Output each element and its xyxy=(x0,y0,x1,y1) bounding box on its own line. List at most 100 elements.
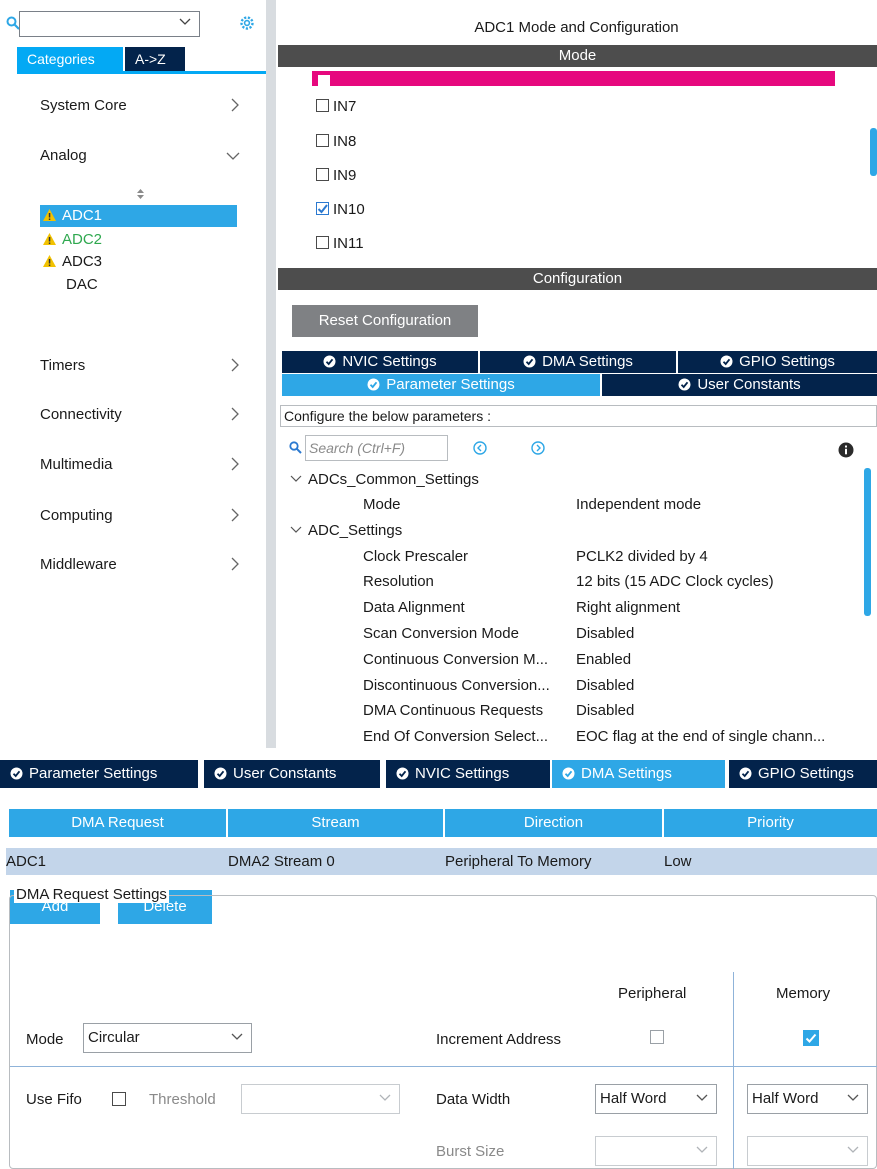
data-width-memory-value: Half Word xyxy=(752,1090,819,1107)
info-icon[interactable] xyxy=(838,442,854,458)
analog-item-adc2[interactable]: ADC2 xyxy=(40,229,237,251)
tree-group-adcs-common-settings[interactable]: ADCs_Common_Settings xyxy=(290,469,479,491)
increment-peripheral-checkbox[interactable] xyxy=(650,1030,664,1044)
param-row-clock-prescaler[interactable]: Clock Prescaler PCLK2 divided by 4 xyxy=(290,546,865,568)
tab-label: DMA Settings xyxy=(542,353,633,370)
search-icon[interactable] xyxy=(289,441,302,454)
threshold-select[interactable] xyxy=(241,1084,400,1114)
category-multimedia[interactable]: Multimedia xyxy=(40,453,240,477)
tab-dma-settings[interactable]: DMA Settings xyxy=(552,760,725,788)
tab-nvic-settings[interactable]: NVIC Settings xyxy=(386,760,550,788)
tab-categories[interactable]: Categories xyxy=(17,47,123,71)
column-header-dma-request[interactable]: DMA Request xyxy=(9,809,226,837)
tabs-underline xyxy=(17,71,266,74)
mode-select[interactable]: Circular xyxy=(83,1023,252,1053)
param-row-data-alignment[interactable]: Data Alignment Right alignment xyxy=(290,597,865,619)
param-value[interactable]: Right alignment xyxy=(576,597,680,619)
group-label: ADCs_Common_Settings xyxy=(308,471,479,488)
param-row-mode[interactable]: Mode Independent mode xyxy=(290,494,865,516)
data-width-memory-select[interactable]: Half Word xyxy=(747,1084,868,1114)
category-middleware[interactable]: Middleware xyxy=(40,553,240,577)
tree-group-adc-settings[interactable]: ADC_Settings xyxy=(290,520,402,542)
category-computing[interactable]: Computing xyxy=(40,504,240,528)
param-value[interactable]: PCLK2 divided by 4 xyxy=(576,546,708,568)
param-value[interactable]: Disabled xyxy=(576,623,634,645)
category-search-combo[interactable] xyxy=(19,11,200,37)
data-width-peripheral-select[interactable]: Half Word xyxy=(595,1084,717,1114)
tab-separator xyxy=(725,760,727,788)
parameter-search-input[interactable]: Search (Ctrl+F) xyxy=(305,435,448,461)
param-value[interactable]: 12 bits (15 ADC Clock cycles) xyxy=(576,571,774,593)
tab-parameter-settings[interactable]: Parameter Settings xyxy=(0,760,198,788)
table-cell-stream[interactable]: DMA2 Stream 0 xyxy=(228,848,445,875)
analog-item-label: ADC3 xyxy=(62,253,103,270)
next-result-icon[interactable] xyxy=(531,441,545,455)
table-cell-direction[interactable]: Peripheral To Memory xyxy=(445,848,664,875)
param-row-discontinuous-conversion[interactable]: Discontinuous Conversion... Disabled xyxy=(290,675,865,697)
chevron-right-icon xyxy=(230,508,240,522)
burst-size-memory-select[interactable] xyxy=(747,1136,868,1166)
channel-checkbox[interactable] xyxy=(316,168,329,181)
analog-item-label: ADC1 xyxy=(62,207,103,224)
channel-checkbox[interactable] xyxy=(316,134,329,147)
tab-a-z[interactable]: A->Z xyxy=(125,47,185,71)
sort-icon[interactable] xyxy=(136,188,145,200)
reset-configuration-button[interactable]: Reset Configuration xyxy=(292,305,478,337)
use-fifo-checkbox[interactable] xyxy=(112,1092,126,1106)
panel-splitter[interactable] xyxy=(266,0,276,748)
tab-gpio-settings[interactable]: GPIO Settings xyxy=(678,351,877,373)
tab-label: Parameter Settings xyxy=(29,765,158,782)
analog-item-adc3[interactable]: ADC3 xyxy=(40,251,237,273)
page-title: ADC1 Mode and Configuration xyxy=(474,19,679,36)
channel-in7[interactable]: IN7 xyxy=(316,97,356,117)
param-row-end-of-conversion[interactable]: End Of Conversion Select... EOC flag at … xyxy=(290,726,865,748)
tab-nvic-settings[interactable]: NVIC Settings xyxy=(282,351,480,373)
category-label: Connectivity xyxy=(40,406,122,423)
tab-parameter-settings[interactable]: Parameter Settings xyxy=(282,374,602,396)
channel-checkbox[interactable] xyxy=(316,99,329,112)
param-value[interactable]: EOC flag at the end of single chann... xyxy=(576,726,825,748)
analog-item-adc1[interactable]: ADC1 xyxy=(40,205,237,227)
burst-size-peripheral-select[interactable] xyxy=(595,1136,717,1166)
channel-in9[interactable]: IN9 xyxy=(316,166,356,186)
channel-in10[interactable]: IN10 xyxy=(316,200,365,220)
tab-user-constants[interactable]: User Constants xyxy=(602,374,877,396)
param-value[interactable]: Disabled xyxy=(576,700,634,722)
column-header-stream[interactable]: Stream xyxy=(228,809,443,837)
param-value[interactable]: Enabled xyxy=(576,649,631,671)
category-timers[interactable]: Timers xyxy=(40,354,240,378)
column-header-priority[interactable]: Priority xyxy=(664,809,877,837)
channel-in11[interactable]: IN11 xyxy=(316,234,364,254)
param-value[interactable]: Independent mode xyxy=(576,494,701,516)
channel-checkbox[interactable] xyxy=(316,236,329,249)
chevron-down-icon xyxy=(179,18,191,26)
mode-scrollbar[interactable] xyxy=(870,128,877,176)
category-analog[interactable]: Analog xyxy=(40,144,240,168)
configuration-section-header[interactable]: Configuration xyxy=(278,268,877,290)
parameters-scrollbar[interactable] xyxy=(864,468,871,616)
mode-section-header[interactable]: Mode xyxy=(278,45,877,67)
increment-memory-checkbox[interactable] xyxy=(803,1030,819,1046)
param-value[interactable]: Disabled xyxy=(576,675,634,697)
category-system-core[interactable]: System Core xyxy=(40,94,240,118)
previous-result-icon[interactable] xyxy=(473,441,487,455)
category-connectivity[interactable]: Connectivity xyxy=(40,403,240,427)
table-cell-request[interactable]: ADC1 xyxy=(6,848,228,875)
channel-checkbox-checked[interactable] xyxy=(316,202,329,215)
param-row-dma-continuous-requests[interactable]: DMA Continuous Requests Disabled xyxy=(290,700,865,722)
param-row-scan-conversion-mode[interactable]: Scan Conversion Mode Disabled xyxy=(290,623,865,645)
tab-user-constants[interactable]: User Constants xyxy=(204,760,380,788)
param-name: Discontinuous Conversion... xyxy=(363,677,550,694)
gear-icon[interactable] xyxy=(238,14,256,32)
param-row-continuous-conversion[interactable]: Continuous Conversion M... Enabled xyxy=(290,649,865,671)
data-width-label: Data Width xyxy=(436,1091,511,1108)
search-icon[interactable] xyxy=(6,16,20,30)
tab-dma-settings[interactable]: DMA Settings xyxy=(480,351,678,373)
column-header-direction[interactable]: Direction xyxy=(445,809,662,837)
param-row-resolution[interactable]: Resolution 12 bits (15 ADC Clock cycles) xyxy=(290,571,865,593)
table-cell-priority[interactable]: Low xyxy=(664,848,877,875)
channel-in8[interactable]: IN8 xyxy=(316,132,356,152)
analog-item-dac[interactable]: DAC xyxy=(66,274,98,296)
tab-gpio-settings[interactable]: GPIO Settings xyxy=(729,760,877,788)
highlighted-channel-row[interactable] xyxy=(312,71,835,86)
